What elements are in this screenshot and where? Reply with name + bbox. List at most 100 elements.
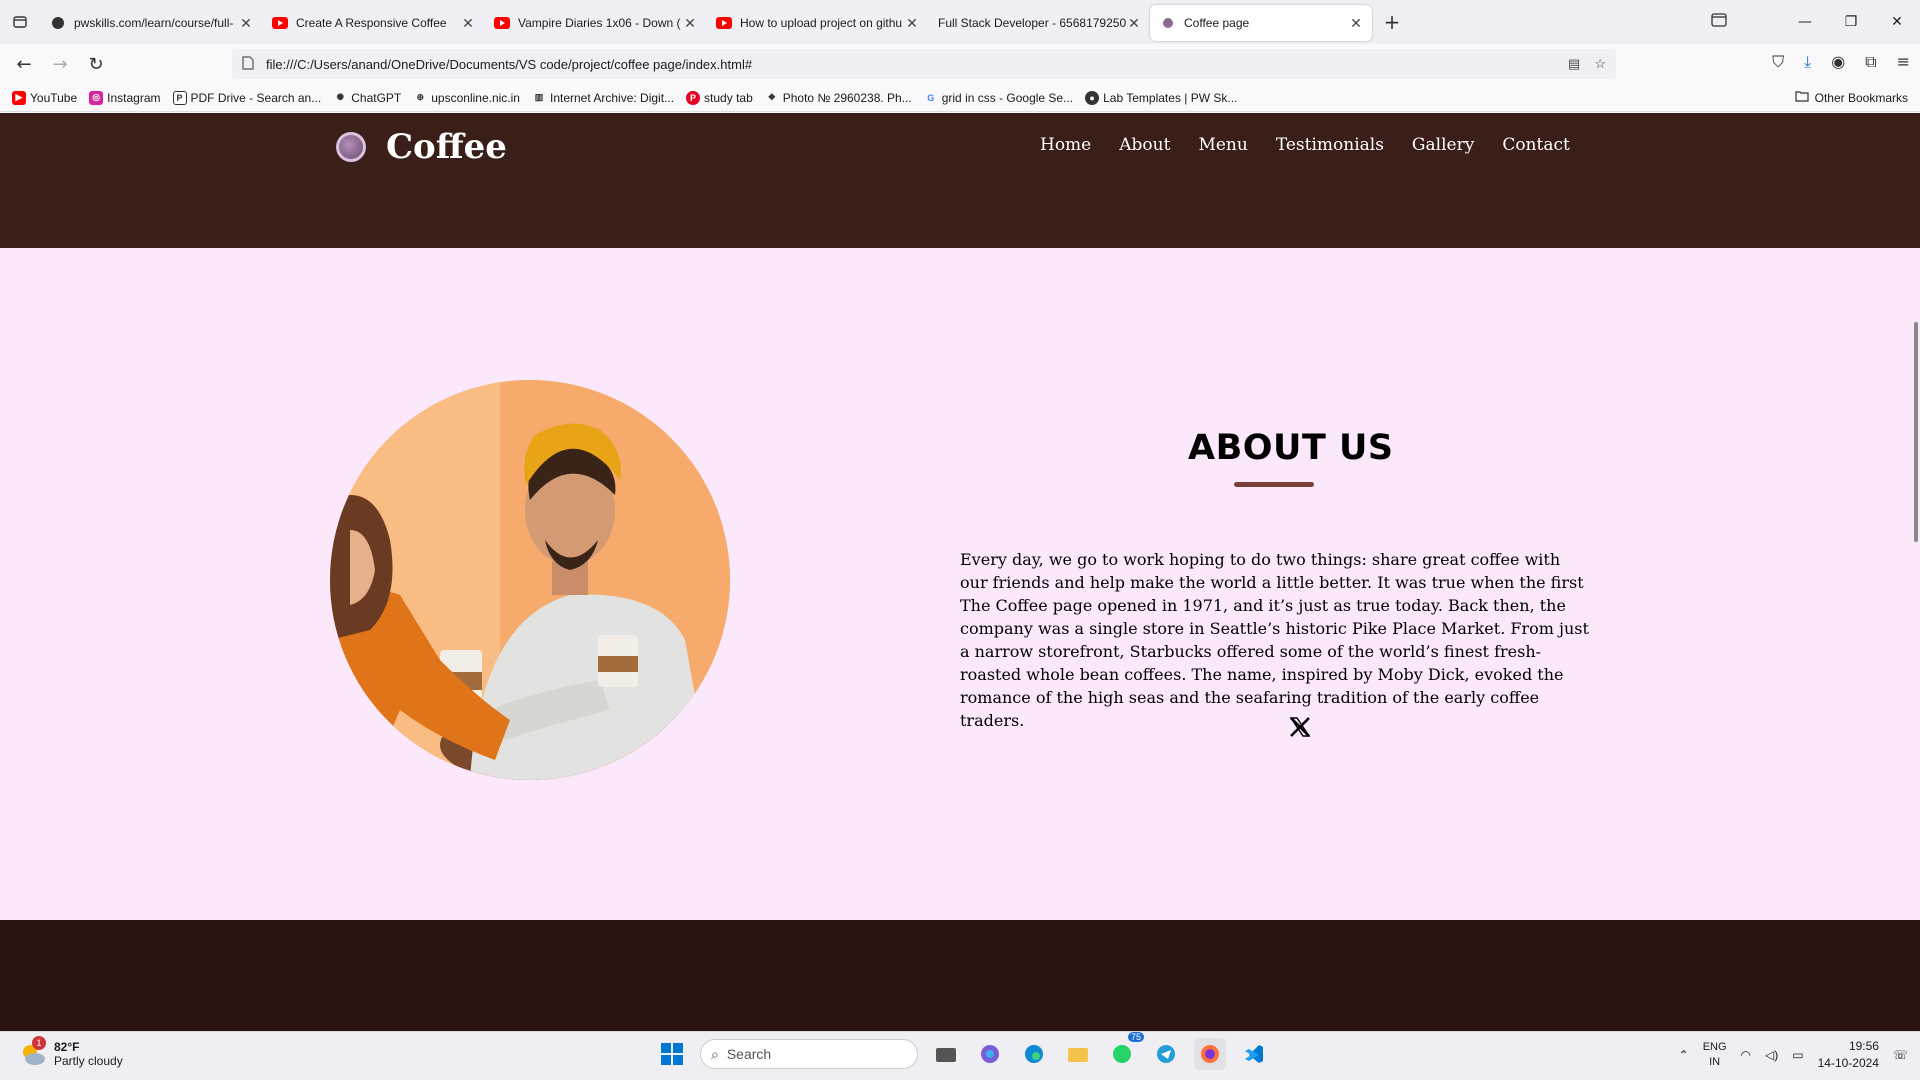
bookmark-label: upsconline.nic.in xyxy=(431,90,520,105)
bookmark-youtube[interactable]: ▶ YouTube xyxy=(12,90,78,105)
x-twitter-icon[interactable] xyxy=(1288,715,1312,739)
notifications-icon[interactable]: ☏ xyxy=(1893,1048,1908,1062)
bookmark-internet-archive[interactable]: ▥ Internet Archive: Digit... xyxy=(532,91,674,105)
coffee-cup-icon xyxy=(1160,15,1176,31)
pwskills-icon xyxy=(50,15,66,31)
chatgpt-icon: ✺ xyxy=(336,92,344,102)
edge-icon[interactable] xyxy=(1018,1038,1050,1070)
search-placeholder: Search xyxy=(726,1046,772,1062)
bookmark-lab-templates[interactable]: ● Lab Templates | PW Sk... xyxy=(1085,90,1237,105)
address-bar[interactable]: file:///C:/Users/anand/OneDrive/Document… xyxy=(232,49,1616,79)
task-view-icon[interactable] xyxy=(930,1038,962,1070)
firefox-icon[interactable] xyxy=(1194,1038,1226,1070)
lang-code: ENG xyxy=(1702,1041,1727,1053)
close-icon[interactable]: ✕ xyxy=(238,15,254,32)
nav-about[interactable]: About xyxy=(1119,135,1170,155)
google-icon: G xyxy=(927,92,935,103)
vscode-icon[interactable] xyxy=(1238,1038,1270,1070)
bookmark-label: Instagram xyxy=(107,90,161,105)
bookmark-star-icon[interactable]: ☆ xyxy=(1594,56,1606,72)
weather-widget[interactable]: 1 82°F Partly cloudy xyxy=(18,1036,123,1068)
pdf-drive-icon: P xyxy=(172,90,187,105)
nav-menu[interactable]: Menu xyxy=(1198,135,1247,155)
site-header: Coffee Home About Menu Testimonials Gall… xyxy=(0,113,1920,248)
close-icon[interactable]: ✕ xyxy=(682,15,698,32)
menu-icon[interactable]: ≡ xyxy=(1897,52,1910,72)
bookmark-photo[interactable]: ❖ Photo № 2960238. Ph... xyxy=(765,91,912,105)
page-scrollbar[interactable] xyxy=(1914,322,1918,542)
system-tray: ⌃ ENG IN ◠ ◁) ▭ 19:56 14-10-2024 ☏ xyxy=(1679,1038,1908,1072)
bookmarks-bar: ▶ YouTube ◎ Instagram P PDF Drive - Search … xyxy=(0,84,1920,112)
copilot-icon[interactable] xyxy=(974,1038,1006,1070)
reader-view-icon[interactable]: ▤ xyxy=(1568,56,1580,72)
tab-full-stack[interactable]: Full Stack Developer - 6568179250c2 ✕ xyxy=(928,5,1150,41)
tab-coffee-page[interactable]: Coffee page ✕ xyxy=(1150,5,1372,41)
downloads-icon[interactable]: ⤓ xyxy=(1804,52,1811,72)
account-icon[interactable]: ◉ xyxy=(1831,52,1845,72)
forward-icon[interactable]: → xyxy=(42,54,78,75)
browser-nav-bar: ← → ↻ file:///C:/Users/anand/OneDrive/Do… xyxy=(0,44,1920,84)
bookmark-label: ChatGPT xyxy=(351,90,402,105)
tab-pwskills[interactable]: pwskills.com/learn/course/full- ✕ xyxy=(40,5,262,41)
logo-text: Coffee xyxy=(386,127,507,167)
tab-vampire-diaries[interactable]: Vampire Diaries 1x06 - Down ( J ✕ xyxy=(484,5,706,41)
tab-create-coffee[interactable]: Create A Responsive Coffee ✕ xyxy=(262,5,484,41)
bookmark-upsc[interactable]: ⊕ upsconline.nic.in xyxy=(413,91,520,105)
volume-icon[interactable]: ◁) xyxy=(1765,1048,1778,1062)
instagram-icon: ◎ xyxy=(89,90,104,105)
photo-icon: ❖ xyxy=(767,92,776,102)
about-image xyxy=(330,380,730,780)
close-icon[interactable]: ✕ xyxy=(460,15,476,32)
url-text: file:///C:/Users/anand/OneDrive/Document… xyxy=(266,56,753,72)
tab-title: How to upload project on githu xyxy=(740,16,903,30)
close-icon[interactable]: ✕ xyxy=(1348,15,1364,32)
chevron-up-icon[interactable]: ⌃ xyxy=(1679,1048,1689,1062)
sidebar-toggle-icon[interactable] xyxy=(1696,13,1742,31)
bookmark-label: study tab xyxy=(704,90,753,105)
reload-icon[interactable]: ↻ xyxy=(78,54,114,75)
whatsapp-icon[interactable]: 75 xyxy=(1106,1032,1144,1070)
bookmark-study-tab[interactable]: Pstudy tab xyxy=(686,90,753,105)
bookmark-label: Internet Archive: Digit... xyxy=(549,90,675,105)
nav-gallery[interactable]: Gallery xyxy=(1412,135,1474,155)
about-section: ABOUT US Every day, we go to work hoping… xyxy=(0,248,1920,920)
bookmark-instagram[interactable]: ◎ Instagram xyxy=(89,90,161,105)
new-tab-button[interactable]: + xyxy=(1376,10,1408,34)
nav-contact[interactable]: Contact xyxy=(1502,135,1570,155)
bookmark-chatgpt[interactable]: ✺ ChatGPT xyxy=(333,91,401,105)
bookmark-pdf-drive[interactable]: P PDF Drive - Search an... xyxy=(172,90,322,105)
youtube-icon xyxy=(716,15,732,31)
tab-upload-github[interactable]: How to upload project on githu ✕ xyxy=(706,5,928,41)
lang-region: IN xyxy=(1709,1056,1721,1068)
windows-taskbar: 1 82°F Partly cloudy ⌕ Search 75 ⌃ ENG I… xyxy=(0,1031,1920,1080)
nav-home[interactable]: Home xyxy=(1040,135,1091,155)
clock-date: 14-10-2024 xyxy=(1817,1056,1879,1070)
file-explorer-icon[interactable] xyxy=(1062,1038,1094,1070)
windows-start-icon[interactable] xyxy=(656,1038,688,1070)
bookmark-label: YouTube xyxy=(30,90,78,105)
bookmark-label: PDF Drive - Search an... xyxy=(190,90,322,105)
language-indicator[interactable]: ENG IN xyxy=(1703,1040,1727,1070)
pocket-icon[interactable]: ⛉ xyxy=(1772,52,1784,72)
other-bookmarks[interactable]: Other Bookmarks xyxy=(1795,90,1908,105)
clock[interactable]: 19:56 14-10-2024 xyxy=(1818,1038,1879,1072)
close-window-icon[interactable]: ✕ xyxy=(1874,14,1920,30)
bookmark-grid-css[interactable]: Ggrid in css - Google Se... xyxy=(924,91,1073,105)
taskbar-search[interactable]: ⌕ Search xyxy=(700,1039,918,1069)
close-icon[interactable]: ✕ xyxy=(904,15,920,32)
close-icon[interactable]: ✕ xyxy=(1126,15,1142,32)
wifi-icon[interactable]: ◠ xyxy=(1741,1048,1751,1062)
site-logo[interactable]: Coffee xyxy=(336,127,507,167)
tab-list-icon[interactable] xyxy=(0,0,40,44)
pwskills-icon: ● xyxy=(1085,90,1100,105)
back-icon[interactable]: ← xyxy=(6,54,42,75)
restore-icon[interactable]: ❐ xyxy=(1828,14,1874,30)
telegram-icon[interactable] xyxy=(1150,1038,1182,1070)
weather-temp: 82°F xyxy=(54,1040,80,1054)
weather-badge: 1 xyxy=(32,1036,46,1050)
extensions-icon[interactable]: ⧉ xyxy=(1865,52,1876,72)
battery-icon[interactable]: ▭ xyxy=(1792,1048,1803,1062)
nav-testimonials[interactable]: Testimonials xyxy=(1276,135,1384,155)
bookmark-label: grid in css - Google Se... xyxy=(941,90,1074,105)
minimize-icon[interactable]: — xyxy=(1782,14,1828,30)
